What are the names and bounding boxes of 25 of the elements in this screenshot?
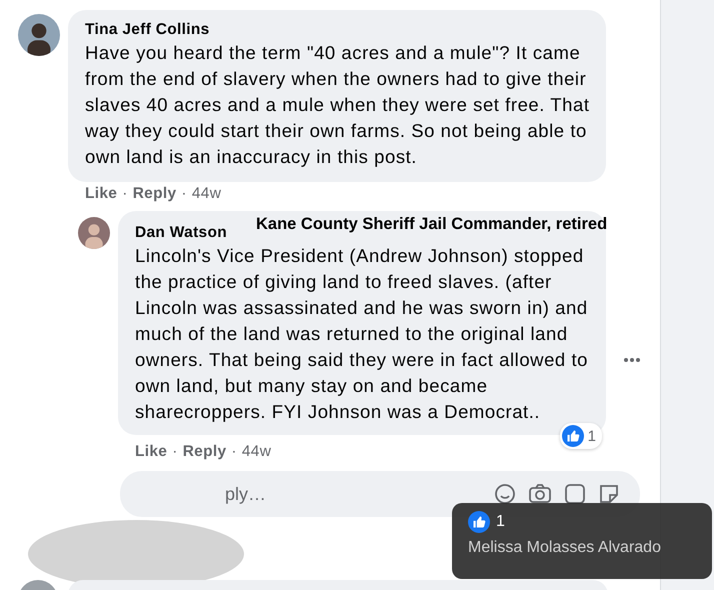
- like-icon: [468, 511, 490, 533]
- separator-dot: ·: [122, 185, 128, 203]
- reply-link[interactable]: Reply: [182, 443, 226, 461]
- like-icon: [562, 425, 584, 447]
- avatar[interactable]: [18, 14, 60, 56]
- reaction-badge[interactable]: 1: [560, 423, 602, 449]
- smiley-icon[interactable]: [494, 483, 516, 505]
- sticker-icon[interactable]: [598, 483, 620, 505]
- separator-dot: ·: [172, 443, 178, 461]
- reaction-count: 1: [588, 428, 596, 444]
- separator-dot: ·: [181, 185, 187, 203]
- author-name[interactable]: Tina Jeff Collins: [85, 20, 210, 40]
- reactor-name: Melissa Molasses Alvarado: [468, 539, 662, 557]
- comment-text: Lincoln's Vice President (Andrew Johnson) stopped the practice of giving land to freed slaves. (after Lincoln was assassinated and he was sworn in) and much of the land was returned to the original land owners. That being said they were in fact allowed to own land, but many stay on and became sharecroppers. FYI Johnson was a Democrat..: [135, 244, 589, 424]
- separator-dot: ·: [231, 443, 237, 461]
- more-options-icon[interactable]: [624, 358, 640, 362]
- camera-icon[interactable]: [528, 483, 552, 505]
- like-link[interactable]: Like: [135, 443, 168, 461]
- timestamp: 44w: [242, 443, 272, 461]
- like-link[interactable]: Like: [85, 185, 118, 203]
- reply-link[interactable]: Reply: [132, 185, 176, 203]
- timestamp: 44w: [192, 185, 222, 203]
- annotation-text: Kane County Sheriff Jail Commander, retired: [256, 215, 608, 234]
- author-name[interactable]: Dan Watson: [135, 223, 227, 243]
- comment-text: Have you heard the term "40 acres and a mule"? It came from the end of slavery when the owners had to give their slaves 40 acres and a mule when they were set free. That way they could start their own farms. So not being able to own land is an inaccuracy in this post.: [85, 41, 590, 169]
